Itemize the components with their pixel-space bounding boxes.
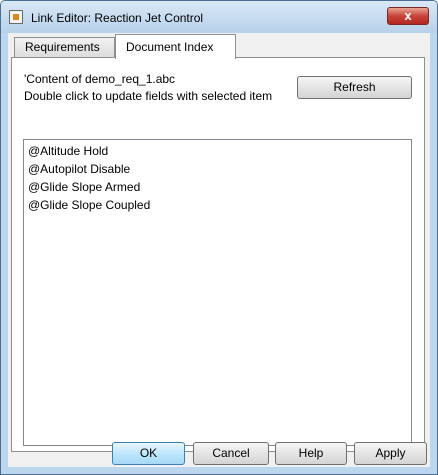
list-item[interactable]: @Glide Slope Coupled <box>28 198 150 212</box>
list-item[interactable]: @Altitude Hold <box>28 144 108 158</box>
cancel-button-label: Cancel <box>212 446 250 460</box>
help-button[interactable]: Help <box>275 442 347 465</box>
app-icon <box>9 10 23 24</box>
title-bar[interactable]: Link Editor: Reaction Jet Control x <box>1 1 437 33</box>
ok-button-label: OK <box>139 446 158 460</box>
help-button-label: Help <box>298 446 324 460</box>
tab-label: Document Index <box>126 40 214 54</box>
tab-label: Requirements <box>25 40 100 54</box>
dialog-body: Requirements Document Index 'Content of … <box>8 33 430 467</box>
refresh-button-label: Refresh <box>333 80 376 94</box>
cancel-button[interactable]: Cancel <box>193 442 269 465</box>
ok-button[interactable]: OK <box>112 442 185 465</box>
document-index-panel: 'Content of demo_req_1.abc Double click … <box>11 57 425 452</box>
hint-label: Double click to update fields with selec… <box>24 89 273 103</box>
content-label: 'Content of demo_req_1.abc <box>24 72 176 86</box>
window-title: Link Editor: Reaction Jet Control <box>31 11 204 25</box>
apply-button-label: Apply <box>375 446 406 460</box>
tab-requirements[interactable]: Requirements <box>14 37 115 57</box>
document-index-list[interactable]: @Altitude Hold @Autopilot Disable @Glide… <box>23 139 412 446</box>
close-button[interactable]: x <box>387 7 429 25</box>
refresh-button[interactable]: Refresh <box>297 76 412 99</box>
tab-document-index[interactable]: Document Index <box>115 34 236 59</box>
apply-button[interactable]: Apply <box>354 442 427 465</box>
close-icon: x <box>404 8 412 23</box>
link-editor-window: Link Editor: Reaction Jet Control x Requ… <box>0 0 438 475</box>
list-item[interactable]: @Glide Slope Armed <box>28 180 140 194</box>
list-item[interactable]: @Autopilot Disable <box>28 162 130 176</box>
